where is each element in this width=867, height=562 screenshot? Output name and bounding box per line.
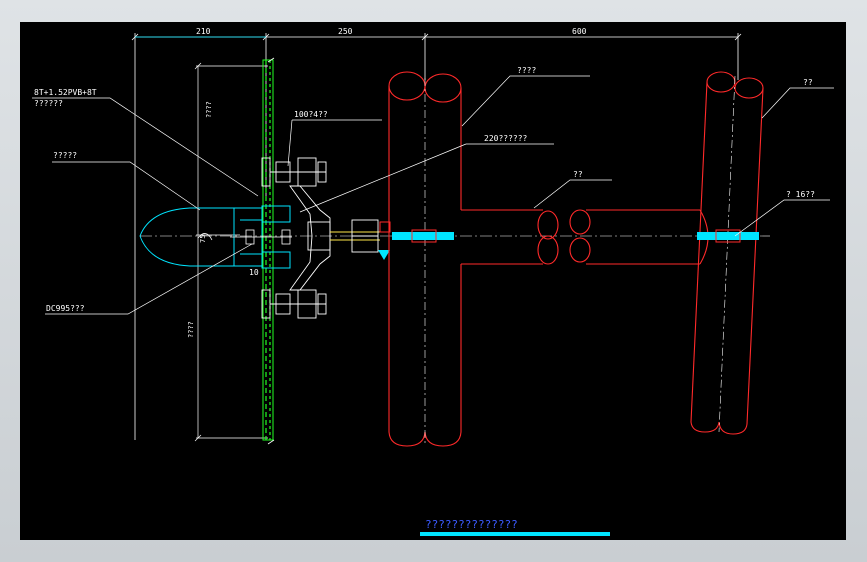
drawing: 210 250 600 ???? ???? 75 10 8T+1.52PVB+8… xyxy=(32,27,834,536)
title-underline xyxy=(420,532,610,536)
glass-panel xyxy=(262,57,275,445)
drawing-title: ?????????????? xyxy=(425,518,518,531)
label-bolt: 100?4?? xyxy=(294,110,328,119)
vertical-label-lower: ???? xyxy=(187,321,195,338)
bracket-bolt xyxy=(197,229,292,245)
label-connector: 220?????? xyxy=(484,134,528,143)
spider-fitting xyxy=(261,157,380,319)
label-left-upper: ????? xyxy=(53,151,77,160)
small-dim-label: 10 xyxy=(249,268,259,277)
label-sealant: DC995??? xyxy=(46,304,85,313)
label-pipe-mid: ?? xyxy=(573,170,583,179)
weld-marker xyxy=(378,250,390,260)
label-pipe-right: ?? xyxy=(803,78,813,87)
dim-label-2: 250 xyxy=(338,27,353,36)
cad-canvas: 210 250 600 ???? ???? 75 10 8T+1.52PVB+8… xyxy=(20,22,846,540)
vertical-dimension xyxy=(194,62,268,442)
horizontal-pipe xyxy=(461,209,709,265)
label-glass-sub: ?????? xyxy=(34,99,63,108)
vertical-label-upper: ???? xyxy=(205,101,213,118)
dim-label-3: 600 xyxy=(572,27,587,36)
dim-label-1: 210 xyxy=(196,27,211,36)
label-anchor: ? 16?? xyxy=(786,190,815,199)
label-spider-arm: ???? xyxy=(517,66,536,75)
leader-lines xyxy=(32,75,834,315)
label-glass-spec: 8T+1.52PVB+8T xyxy=(34,88,97,97)
